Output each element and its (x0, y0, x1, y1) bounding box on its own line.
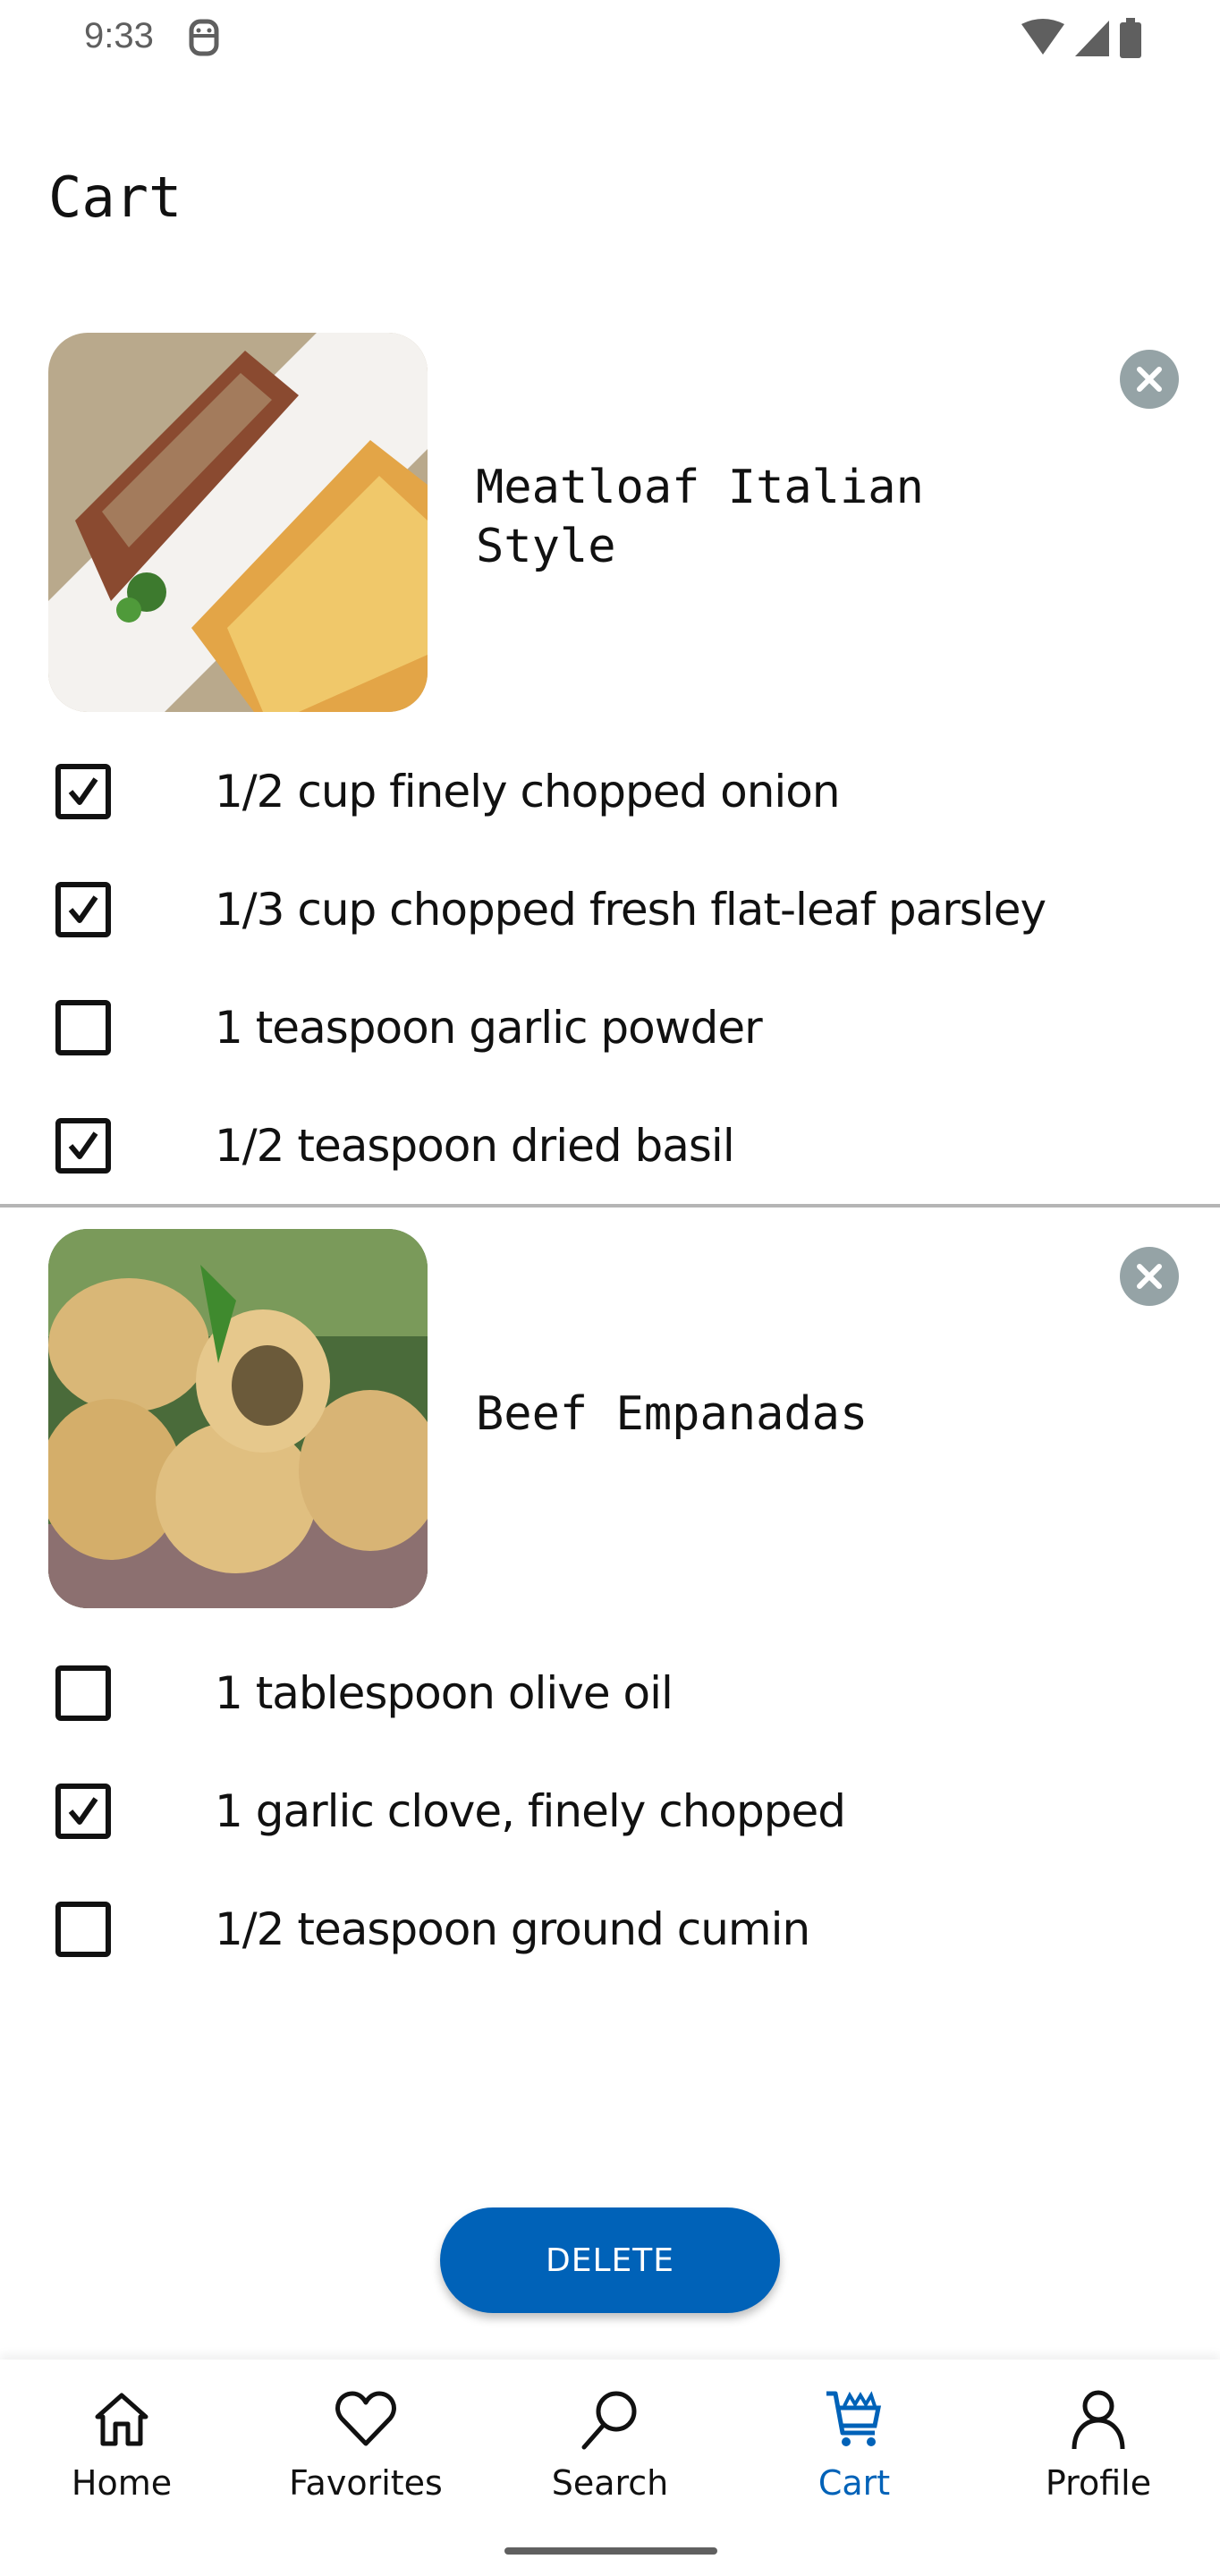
cart-icon (821, 2386, 887, 2453)
nav-home[interactable]: Home (23, 2386, 220, 2521)
ingredient-label: 1 tablespoon olive oil (215, 1667, 674, 1719)
nav-label: Cart (818, 2463, 891, 2503)
recipe-title[interactable]: Beef Empanadas (476, 1385, 1012, 1444)
checkmark-icon (68, 777, 98, 805)
recipe-title[interactable]: Meatloaf Italian Style (476, 458, 1012, 576)
nav-favorites[interactable]: Favorites (267, 2386, 464, 2521)
signal-icon (1073, 19, 1111, 62)
dnd-icon (186, 18, 222, 57)
checkmark-icon (68, 1797, 98, 1825)
remove-recipe-button[interactable] (1120, 350, 1179, 409)
recipe-image-empanadas[interactable] (48, 1229, 428, 1608)
ingredient-row[interactable]: 1/2 teaspoon ground cumin (0, 1880, 1220, 1979)
profile-icon (1065, 2386, 1131, 2453)
wifi-icon (1020, 19, 1066, 62)
checkmark-icon (68, 1131, 98, 1159)
ingredient-label: 1 garlic clove, finely chopped (215, 1785, 846, 1837)
ingredient-label: 1/2 cup finely chopped onion (215, 766, 841, 818)
ingredient-label: 1/2 teaspoon dried basil (215, 1120, 735, 1172)
ingredient-row[interactable]: 1/2 teaspoon dried basil (0, 1097, 1220, 1195)
close-icon (1137, 1264, 1162, 1289)
page-title: Cart (48, 165, 182, 230)
recipe-divider (0, 1204, 1220, 1208)
battery-icon (1118, 18, 1143, 63)
checkbox-checked[interactable] (55, 764, 111, 819)
ingredient-label: 1 teaspoon garlic powder (215, 1002, 763, 1054)
heart-icon (333, 2386, 399, 2453)
nav-label: Search (551, 2463, 669, 2503)
bottom-navigation: Home Favorites Search Cart Profile (0, 2360, 1220, 2576)
checkbox-unchecked[interactable] (55, 1000, 111, 1055)
home-icon (89, 2386, 155, 2453)
ingredient-row[interactable]: 1 garlic clove, finely chopped (0, 1762, 1220, 1860)
ingredient-label: 1/3 cup chopped fresh flat-leaf parsley (215, 884, 1046, 936)
ingredient-row[interactable]: 1 teaspoon garlic powder (0, 979, 1220, 1077)
ingredient-row[interactable]: 1 tablespoon olive oil (0, 1644, 1220, 1742)
nav-label: Home (71, 2463, 173, 2503)
ingredient-label: 1/2 teaspoon ground cumin (215, 1903, 810, 1955)
nav-cart[interactable]: Cart (756, 2386, 953, 2521)
checkbox-checked[interactable] (55, 882, 111, 937)
nav-profile[interactable]: Profile (1000, 2386, 1197, 2521)
checkbox-checked[interactable] (55, 1118, 111, 1174)
close-icon (1137, 367, 1162, 392)
ingredient-row[interactable]: 1/2 cup finely chopped onion (0, 742, 1220, 841)
home-indicator[interactable] (504, 2547, 717, 2555)
search-icon (577, 2386, 643, 2453)
ingredient-row[interactable]: 1/3 cup chopped fresh flat-leaf parsley (0, 860, 1220, 959)
nav-label: Favorites (289, 2463, 443, 2503)
checkbox-unchecked[interactable] (55, 1902, 111, 1957)
checkbox-unchecked[interactable] (55, 1665, 111, 1721)
delete-button[interactable]: DELETE (440, 2207, 780, 2313)
nav-search[interactable]: Search (512, 2386, 708, 2521)
remove-recipe-button[interactable] (1120, 1247, 1179, 1306)
nav-label: Profile (1045, 2463, 1152, 2503)
checkbox-checked[interactable] (55, 1784, 111, 1839)
status-time: 9:33 (84, 16, 154, 55)
recipe-image-meatloaf[interactable] (48, 333, 428, 712)
status-bar: 9:33 (0, 0, 1220, 75)
checkmark-icon (68, 895, 98, 923)
